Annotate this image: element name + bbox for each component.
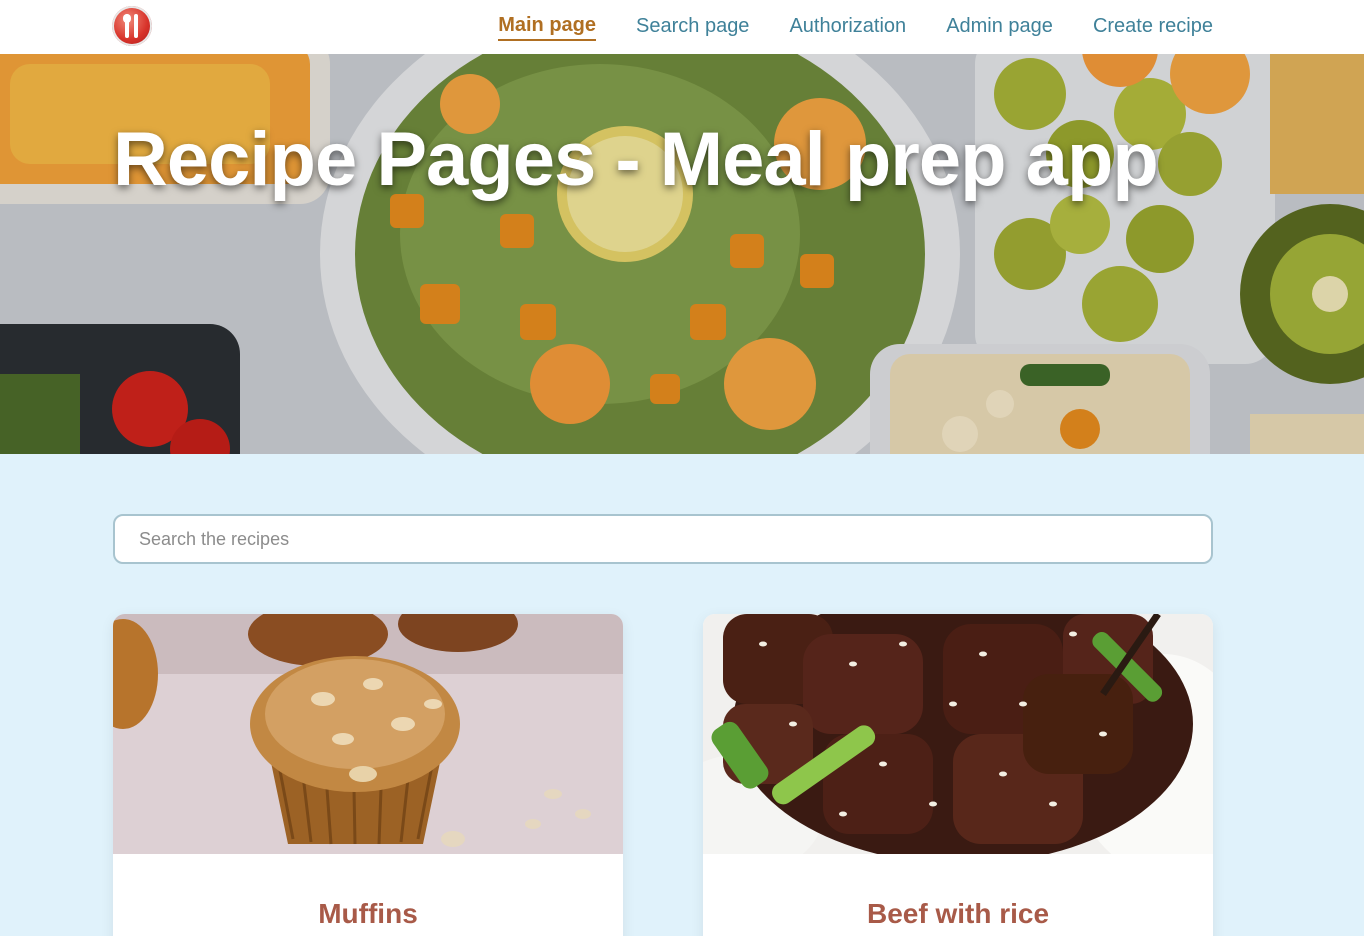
top-navbar: Main page Search page Authorization Admi…: [0, 0, 1364, 54]
nav-search-page[interactable]: Search page: [636, 15, 749, 40]
nav-authorization[interactable]: Authorization: [789, 15, 906, 40]
nav-admin-page[interactable]: Admin page: [946, 15, 1053, 40]
utensils-logo-icon[interactable]: [112, 6, 152, 46]
recipe-image-muffins: [113, 614, 623, 854]
nav-create-recipe[interactable]: Create recipe: [1093, 15, 1213, 40]
hero-food-image: [0, 54, 1364, 454]
recipe-title[interactable]: Muffins: [113, 898, 623, 930]
main-nav: Main page Search page Authorization Admi…: [498, 0, 1213, 54]
recipe-image-beef-with-rice: [703, 614, 1213, 854]
search-input[interactable]: [113, 514, 1213, 564]
page-title: Recipe Pages - Meal prep app: [113, 117, 1159, 202]
hero-banner: Recipe Pages - Meal prep app: [0, 54, 1364, 454]
recipe-card-muffins[interactable]: Muffins: [113, 614, 623, 936]
recipe-title[interactable]: Beef with rice: [703, 898, 1213, 930]
recipe-card-beef-with-rice[interactable]: Beef with rice: [703, 614, 1213, 936]
nav-main-page[interactable]: Main page: [498, 14, 597, 41]
